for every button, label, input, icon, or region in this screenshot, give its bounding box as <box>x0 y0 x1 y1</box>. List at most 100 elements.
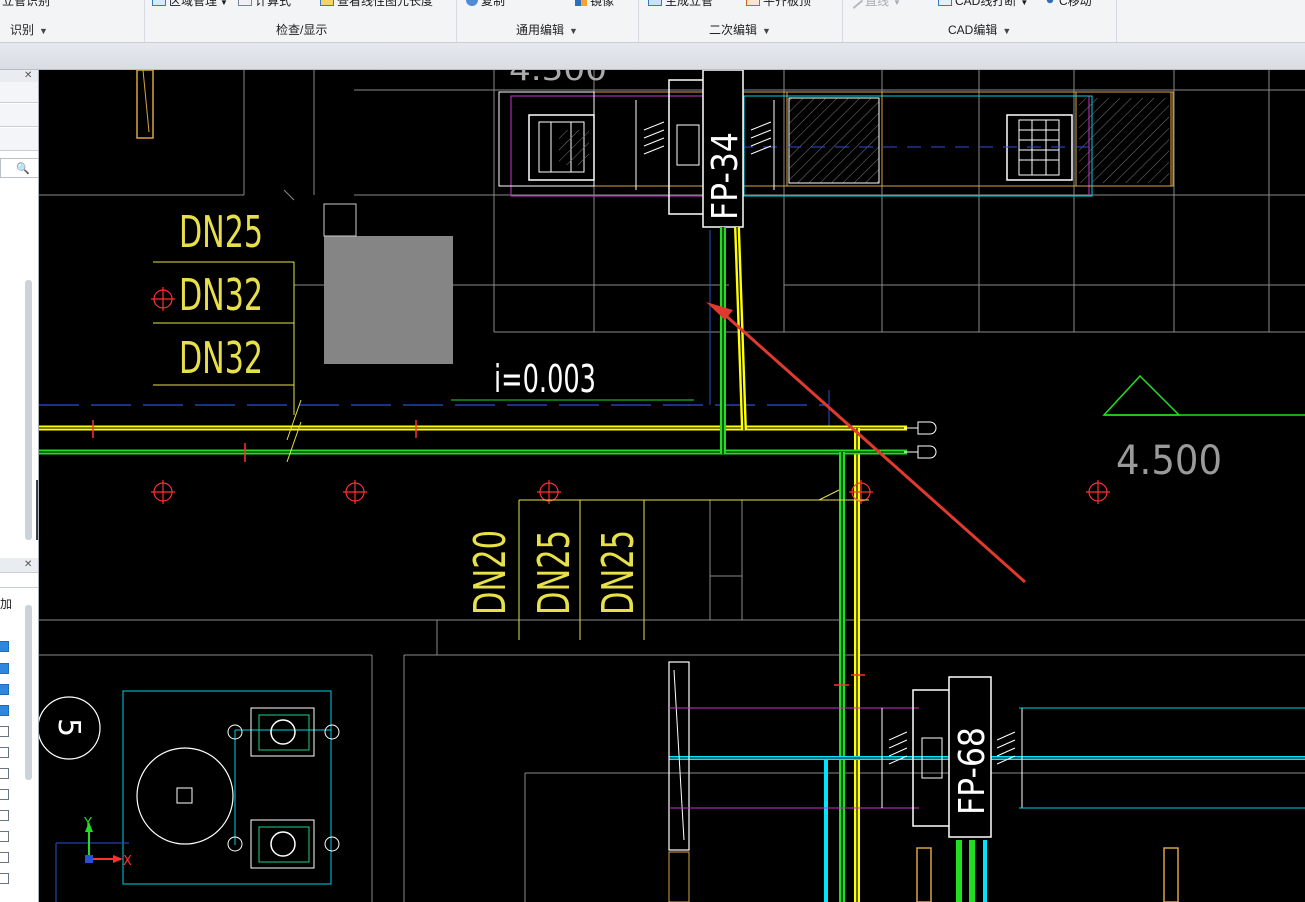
equipment-room <box>55 690 340 902</box>
formula-button[interactable]: 计算式 <box>238 0 291 9</box>
fp68-label: FP-68 <box>952 727 993 815</box>
ribbon-item-label: 直线 <box>865 0 890 8</box>
ribbon-item-label: 平齐板顶 <box>763 0 812 8</box>
group-check-display: 检查/显示 <box>276 21 327 38</box>
close-icon[interactable]: ✕ <box>24 70 32 81</box>
cad-break-button[interactable]: CAD线打断 ▼ <box>938 0 1028 9</box>
panel-tab[interactable] <box>0 128 38 151</box>
move-icon <box>1044 0 1056 6</box>
copy-icon <box>466 0 478 6</box>
add-label: 加 <box>0 597 13 611</box>
ribbon-item-label: 生成立管 <box>665 0 714 8</box>
formula-icon <box>238 0 252 6</box>
layer-checkbox[interactable] <box>0 873 9 884</box>
chevron-down-icon: ▼ <box>762 26 771 36</box>
group-divider <box>456 0 457 42</box>
group-divider <box>144 0 145 42</box>
dn20-label: DN20 <box>465 530 516 615</box>
copy-button[interactable]: 复制 <box>466 0 505 9</box>
ribbon-item-label: 区域管理 <box>169 0 218 8</box>
layer-checkbox[interactable] <box>0 641 9 652</box>
pipe-cap <box>904 421 937 459</box>
dn32-label: DN32 <box>179 333 263 384</box>
mirror-icon <box>575 0 587 6</box>
cad-canvas[interactable]: DN25 DN32 DN32 i=0.003 4.500 FP-34 4.500… <box>39 70 1305 902</box>
area-manage-button[interactable]: 区域管理 ▼ <box>152 0 228 9</box>
group-label: 二次编辑 <box>709 23 758 37</box>
grid-axis-markers <box>151 287 1110 504</box>
group-divider <box>638 0 639 42</box>
panel-tab[interactable] <box>0 104 38 127</box>
dn25-label: DN25 <box>593 530 644 615</box>
panel-divider <box>0 575 38 588</box>
line-length-button[interactable]: 查看线性图元长度 <box>320 0 433 9</box>
ribbon-item-label: 镜像 <box>590 0 615 8</box>
toolbar-strip <box>0 43 1305 70</box>
ribbon-item-label: C移动 <box>1059 0 1092 8</box>
align-slab-top-icon <box>746 0 760 6</box>
cad-break-icon <box>938 0 952 6</box>
fp34-label: FP-34 <box>705 132 746 220</box>
layer-checkbox[interactable] <box>0 810 9 821</box>
ribbon-item-label: 计算式 <box>255 0 292 8</box>
ribbon-toolbar: 立管识别 区域管理 ▼ 计算式 查看线性图元长度 复制 镜像 生成立管 平齐板顶 … <box>0 0 1305 43</box>
scrollbar[interactable] <box>25 280 32 540</box>
ribbon-item-label: 立管识别 <box>2 0 51 8</box>
line-icon <box>848 0 864 9</box>
window-frame <box>136 70 154 139</box>
elevation-label: 4.500 <box>1116 438 1222 484</box>
generate-riser-icon <box>648 0 662 6</box>
layer-checkbox[interactable] <box>0 705 9 716</box>
generate-riser-button[interactable]: 生成立管 <box>648 0 713 9</box>
group-label: 通用编辑 <box>516 23 565 37</box>
ribbon-item-label: CAD线打断 <box>955 0 1017 8</box>
left-panel: ✕ 🔍 ✕ 加 <box>0 70 39 902</box>
close-icon[interactable]: ✕ <box>24 559 32 570</box>
group-label: 检查/显示 <box>276 23 328 37</box>
annotation-arrow <box>706 302 1026 584</box>
dn25-label: DN25 <box>529 530 580 615</box>
group-secondary-edit[interactable]: 二次编辑 ▼ <box>709 21 771 38</box>
search-icon[interactable]: 🔍 <box>16 162 30 175</box>
axis-number: 5 <box>51 718 86 737</box>
layer-checkbox[interactable] <box>0 768 9 779</box>
layer-checkbox[interactable] <box>0 831 9 842</box>
riser-detect-button[interactable]: 立管识别 <box>2 0 50 9</box>
dn25-label: DN25 <box>179 207 263 258</box>
chevron-down-icon: ▼ <box>1002 26 1012 36</box>
group-common-edit[interactable]: 通用编辑 ▼ <box>516 21 578 38</box>
elevation-marker <box>1102 374 1305 416</box>
layer-checkbox[interactable] <box>0 663 9 674</box>
dn32-label: DN32 <box>179 270 263 321</box>
group-divider <box>1116 0 1117 42</box>
group-label: CAD编辑 <box>948 23 998 37</box>
area-manage-icon <box>152 0 166 6</box>
ucs-x-label: X <box>123 854 132 869</box>
align-slab-top-button[interactable]: 平齐板顶 <box>746 0 811 9</box>
group-divider <box>842 0 843 42</box>
cad-drawing[interactable]: DN25 DN32 DN32 i=0.003 4.500 FP-34 4.500… <box>39 70 1305 902</box>
group-label: 识别 <box>10 23 35 37</box>
group-cad-edit[interactable]: CAD编辑 ▼ <box>948 21 1011 38</box>
layer-checkbox[interactable] <box>0 684 9 695</box>
fan-coil-fp34 <box>498 70 1174 228</box>
ribbon-item-label: 查看线性图元长度 <box>337 0 434 8</box>
column-outline <box>323 203 357 237</box>
layer-checkbox[interactable] <box>0 852 9 863</box>
elevation-label: 4.500 <box>509 70 607 88</box>
mirror-button[interactable]: 镜像 <box>575 0 614 9</box>
layer-checkbox[interactable] <box>0 726 9 737</box>
layer-checkbox[interactable] <box>0 747 9 758</box>
ribbon-item-label: 复制 <box>481 0 506 8</box>
move-button[interactable]: C移动 <box>1044 0 1092 9</box>
ucs-y-label: Y <box>83 816 92 831</box>
scrollbar[interactable] <box>25 605 32 780</box>
layer-checkbox[interactable] <box>0 789 9 800</box>
group-detect[interactable]: 识别 ▼ <box>10 21 48 38</box>
panel-tab[interactable] <box>0 82 38 103</box>
grey-block <box>324 236 453 364</box>
line-button[interactable]: 直线 ▼ <box>848 0 901 9</box>
chevron-down-icon: ▼ <box>39 26 48 36</box>
line-length-icon <box>320 0 334 6</box>
slope-label: i=0.003 <box>494 357 596 401</box>
